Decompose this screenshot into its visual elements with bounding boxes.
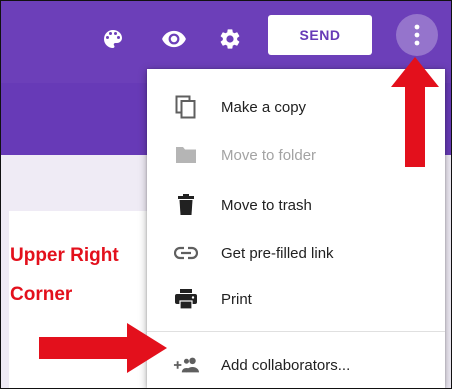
more-vert-icon <box>414 24 420 46</box>
annotation-line-2: Corner <box>10 284 73 305</box>
link-icon <box>173 240 199 266</box>
menu-item-label: Move to folder <box>221 146 317 164</box>
menu-item-label: Make a copy <box>221 98 307 116</box>
menu-item-label: Move to trash <box>221 196 312 214</box>
copy-icon <box>173 94 199 120</box>
menu-item-label: Add collaborators... <box>221 356 351 374</box>
menu-item-label: Print <box>221 290 252 308</box>
menu-divider <box>147 331 445 332</box>
folder-icon <box>173 142 199 168</box>
add-people-icon <box>173 352 199 378</box>
more-options-button[interactable] <box>396 14 438 56</box>
send-button[interactable]: SEND <box>268 15 372 55</box>
menu-item-add-collaborators[interactable]: Add collaborators... <box>147 345 445 385</box>
print-icon <box>173 286 199 312</box>
up-arrow-annotation <box>391 57 439 167</box>
gear-icon[interactable] <box>216 25 244 53</box>
screenshot-frame: SEND Upper Right Corner Make a copy Move… <box>0 0 452 389</box>
trash-icon <box>173 192 199 218</box>
menu-item-move-to-trash[interactable]: Move to trash <box>147 185 445 225</box>
eye-icon[interactable] <box>160 25 188 53</box>
menu-item-prefilled-link[interactable]: Get pre-filled link <box>147 233 445 273</box>
right-arrow-annotation <box>39 323 167 373</box>
menu-item-label: Get pre-filled link <box>221 244 334 262</box>
menu-item-print[interactable]: Print <box>147 279 445 319</box>
palette-icon[interactable] <box>99 25 127 53</box>
annotation-line-1: Upper Right <box>10 245 119 266</box>
